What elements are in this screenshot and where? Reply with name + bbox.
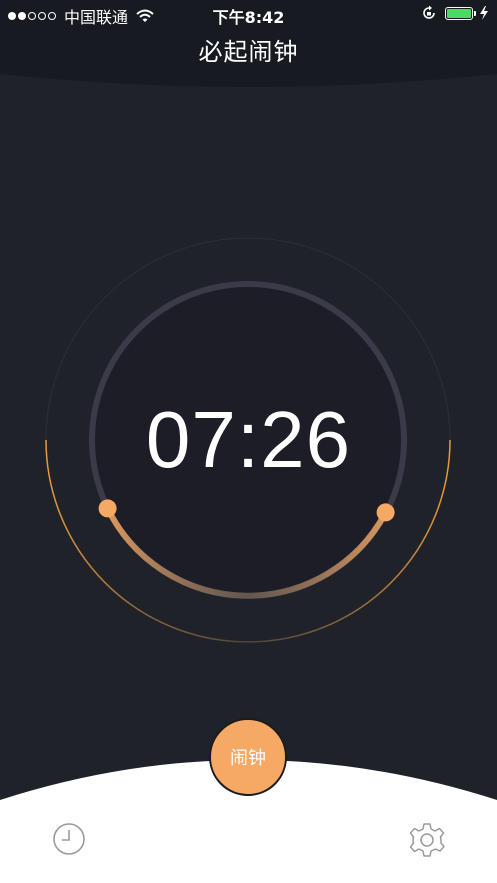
end-handle[interactable] [376, 503, 395, 522]
alarm-time: 07:26 [145, 395, 352, 484]
alarm-screen: 中国联通 下午8:42 必起闹钟 07:26 闹钟 [0, 0, 497, 883]
start-handle[interactable] [98, 499, 117, 518]
gear-icon[interactable] [409, 822, 445, 858]
alarm-button[interactable]: 闹钟 [209, 718, 287, 796]
clock-icon[interactable] [52, 822, 86, 856]
